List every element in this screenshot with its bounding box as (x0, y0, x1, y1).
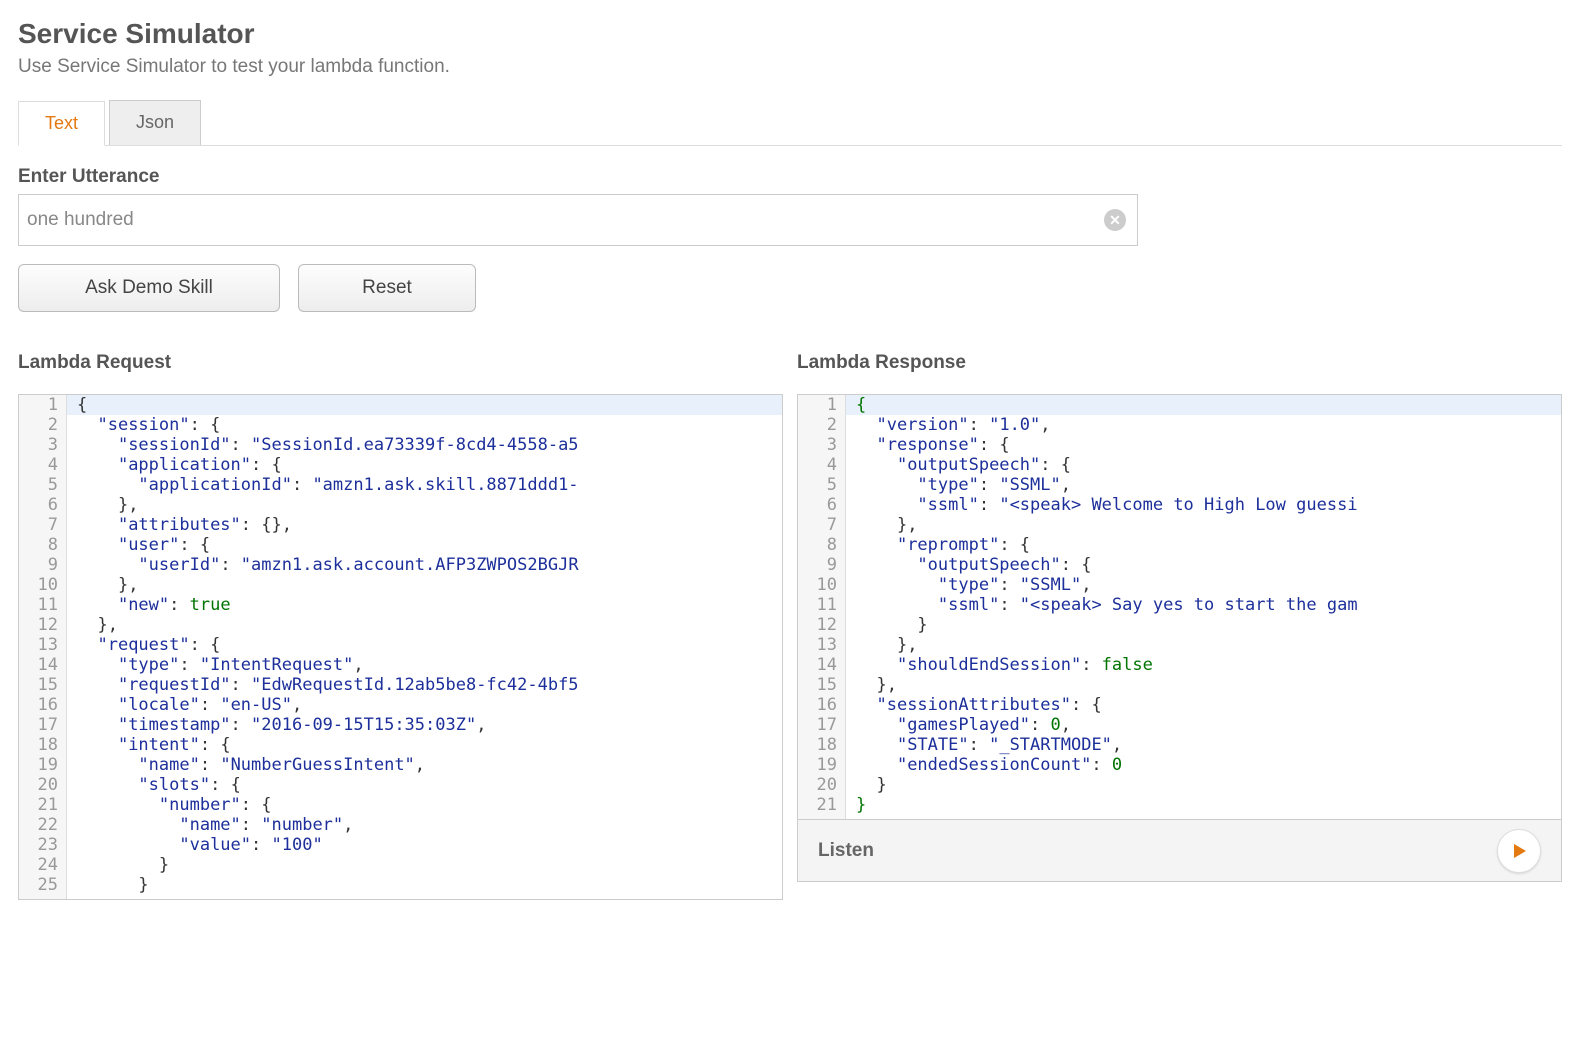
request-panel: Lambda Request 1234567891011121314151617… (18, 352, 783, 900)
clear-icon[interactable]: ✕ (1104, 209, 1126, 231)
ask-skill-button[interactable]: Ask Demo Skill (18, 264, 280, 312)
utterance-label: Enter Utterance (18, 166, 1562, 188)
page-title: Service Simulator (18, 18, 1562, 50)
response-panel: Lambda Response 123456789101112131415161… (797, 352, 1562, 900)
response-code-editor[interactable]: 123456789101112131415161718192021 { "ver… (797, 394, 1562, 820)
listen-bar: Listen (797, 820, 1562, 882)
request-panel-title: Lambda Request (18, 352, 783, 374)
request-code-editor[interactable]: 1234567891011121314151617181920212223242… (18, 394, 783, 900)
play-icon (1511, 843, 1527, 859)
listen-label: Listen (818, 840, 874, 862)
tab-json[interactable]: Json (109, 100, 201, 145)
page-subtitle: Use Service Simulator to test your lambd… (18, 56, 1562, 78)
tab-text[interactable]: Text (18, 101, 105, 146)
utterance-input[interactable] (18, 194, 1138, 246)
play-button[interactable] (1497, 829, 1541, 873)
reset-button[interactable]: Reset (298, 264, 476, 312)
response-panel-title: Lambda Response (797, 352, 1562, 374)
tabs: Text Json (18, 100, 1562, 146)
